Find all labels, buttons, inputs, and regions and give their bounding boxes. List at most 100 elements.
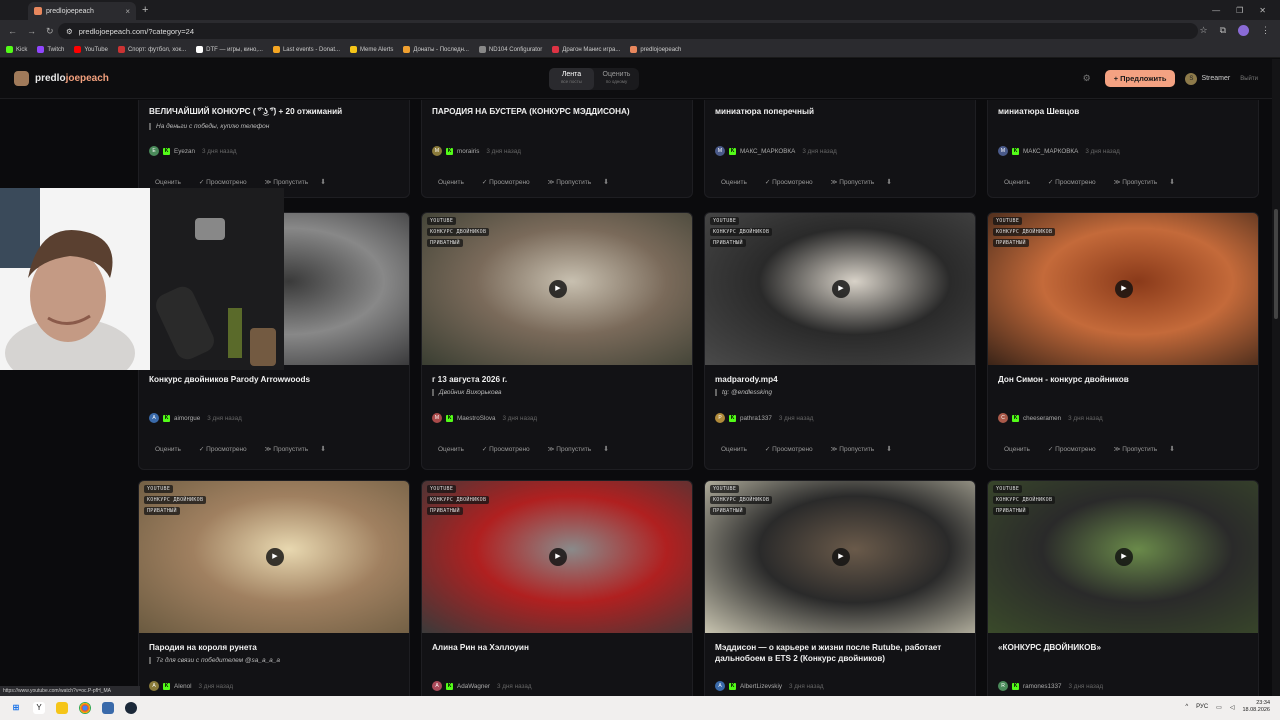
bookmark-item[interactable]: Спорт: футбол, хок... — [117, 46, 186, 53]
author-name[interactable]: ramones1337 — [1023, 683, 1062, 690]
rate-button[interactable]: Оценить — [149, 443, 187, 456]
rate-button[interactable]: Оценить — [998, 443, 1036, 456]
video-thumbnail[interactable]: YOUTUBE КОНКУРС ДВОЙНИКОВ ПРИВАТНЫЙ ▶ — [705, 213, 975, 365]
user-menu[interactable]: S Streamer — [1185, 72, 1230, 85]
tab-rate[interactable]: Оценить по одному — [594, 68, 639, 90]
post-card[interactable]: YOUTUBE КОНКУРС ДВОЙНИКОВ ПРИВАТНЫЙ ▶ Дон Си… — [987, 212, 1259, 470]
clock[interactable]: 23:34 18.08.2026 — [1242, 700, 1270, 714]
post-card[interactable]: миниатюра Шевцов M K МАКС_МАРКОВКА 3 дня наз… — [987, 100, 1259, 198]
post-card[interactable]: YOUTUBE КОНКУРС ДВОЙНИКОВ ПРИВАТНЫЙ ▶ Пароди… — [138, 480, 410, 696]
reload-icon[interactable]: ↻ — [46, 26, 54, 37]
yandex-icon[interactable]: Y — [33, 702, 45, 714]
video-thumbnail[interactable]: YOUTUBE КОНКУРС ДВОЙНИКОВ ПРИВАТНЫЙ ▶ — [705, 481, 975, 633]
viewed-button[interactable]: ✓ Просмотрено — [193, 175, 253, 189]
skip-button[interactable]: ≫ Пропустить — [825, 175, 880, 189]
new-tab-button[interactable]: + — [142, 4, 148, 16]
post-card[interactable]: ВЕЛИЧАЙШИЙ КОНКУРС ( ͡° ͜ʖ ͡°) + 20 отжи… — [138, 100, 410, 198]
post-card[interactable]: YOUTUBE КОНКУРС ДВОЙНИКОВ ПРИВАТНЫЙ ▶ madpar… — [704, 212, 976, 470]
author-name[interactable]: AlbertLizevskiy — [740, 683, 782, 690]
video-thumbnail[interactable]: YOUTUBE КОНКУРС ДВОЙНИКОВ ПРИВАТНЫЙ ▶ — [988, 213, 1258, 365]
author-name[interactable]: Alenol — [174, 683, 192, 690]
post-card[interactable]: YOUTUBE КОНКУРС ДВОЙНИКОВ ПРИВАТНЫЙ ▶ Алина … — [421, 480, 693, 696]
settings-gear-icon[interactable]: ⚙ — [1083, 73, 1091, 84]
video-thumbnail[interactable]: YOUTUBE КОНКУРС ДВОЙНИКОВ ПРИВАТНЫЙ ▶ — [139, 481, 409, 633]
rate-button[interactable]: Оценить — [715, 443, 753, 456]
bookmark-item[interactable]: Meme Alerts — [350, 46, 393, 53]
bookmark-item[interactable]: Kick — [6, 46, 27, 53]
bookmark-item[interactable]: Last events - Donat... — [272, 46, 340, 53]
tab-feed[interactable]: Лента все посты — [549, 68, 594, 90]
browser-tab[interactable]: predlojoepeach × — [28, 2, 136, 20]
address-bar[interactable]: ⚙ predlojoepeach.com/?category=24 — [58, 23, 1198, 39]
skip-button[interactable]: ≫ Пропустить — [1108, 442, 1163, 456]
play-icon[interactable]: ▶ — [832, 548, 850, 566]
play-icon[interactable]: ▶ — [1115, 280, 1133, 298]
play-icon[interactable]: ▶ — [832, 280, 850, 298]
network-icon[interactable]: ▭ — [1216, 704, 1222, 711]
post-card[interactable]: миниатюра поперечный M K МАКС_МАРКОВКА 3 дня… — [704, 100, 976, 198]
rate-button[interactable]: Оценить — [715, 176, 753, 189]
post-card[interactable]: ПАРОДИЯ НА БУСТЕРА (КОНКУРС МЭДДИСОНА) M K… — [421, 100, 693, 198]
download-icon[interactable]: ⬇ — [886, 445, 892, 453]
download-icon[interactable]: ⬇ — [603, 178, 609, 186]
bookmark-item[interactable]: ND104 Configurator — [478, 46, 542, 53]
restore-icon[interactable]: ❐ — [1236, 6, 1243, 15]
scrollbar-thumb[interactable] — [1274, 209, 1278, 319]
viewed-button[interactable]: ✓ Просмотрено — [476, 175, 536, 189]
download-icon[interactable]: ⬇ — [320, 178, 326, 186]
author-name[interactable]: МАКС_МАРКОВКА — [740, 148, 795, 155]
folder-icon[interactable] — [56, 702, 68, 714]
author-name[interactable]: cheeseramen — [1023, 415, 1061, 422]
skip-button[interactable]: ≫ Пропустить — [259, 175, 314, 189]
download-icon[interactable]: ⬇ — [603, 445, 609, 453]
menu-icon[interactable]: ⋮ — [1261, 25, 1270, 36]
author-name[interactable]: Eyezan — [174, 148, 195, 155]
tray-expand-icon[interactable]: ^ — [1185, 704, 1188, 710]
page-scrollbar[interactable] — [1272, 59, 1280, 696]
rate-button[interactable]: Оценить — [149, 176, 187, 189]
download-icon[interactable]: ⬇ — [886, 178, 892, 186]
rate-button[interactable]: Оценить — [998, 176, 1036, 189]
site-logo[interactable]: predlojoepeach — [14, 71, 109, 86]
author-name[interactable]: МАКС_МАРКОВКА — [1023, 148, 1078, 155]
author-name[interactable]: AdaWagner — [457, 683, 490, 690]
skip-button[interactable]: ≫ Пропустить — [1108, 175, 1163, 189]
download-icon[interactable]: ⬇ — [1169, 178, 1175, 186]
author-name[interactable]: morairis — [457, 148, 479, 155]
skip-button[interactable]: ≫ Пропустить — [259, 442, 314, 456]
author-name[interactable]: pathra1337 — [740, 415, 772, 422]
extensions-icon[interactable]: ⧉ — [1220, 25, 1226, 36]
author-name[interactable]: MaestroSlova — [457, 415, 496, 422]
bookmark-item[interactable]: YouTube — [74, 46, 108, 53]
bookmark-item[interactable]: Twitch — [37, 46, 64, 53]
skip-button[interactable]: ≫ Пропустить — [542, 175, 597, 189]
viewed-button[interactable]: ✓ Просмотрено — [759, 442, 819, 456]
bookmark-item[interactable]: Донаты - Последн... — [403, 46, 469, 53]
play-icon[interactable]: ▶ — [266, 548, 284, 566]
volume-icon[interactable]: ◁ — [1230, 704, 1235, 711]
author-name[interactable]: aimorgue — [174, 415, 200, 422]
profile-avatar[interactable] — [1238, 25, 1249, 36]
viewed-button[interactable]: ✓ Просмотрено — [193, 442, 253, 456]
minimize-icon[interactable]: — — [1212, 6, 1220, 15]
rate-button[interactable]: Оценить — [432, 443, 470, 456]
video-thumbnail[interactable]: YOUTUBE КОНКУРС ДВОЙНИКОВ ПРИВАТНЫЙ ▶ — [422, 481, 692, 633]
play-icon[interactable]: ▶ — [1115, 548, 1133, 566]
rate-button[interactable]: Оценить — [432, 176, 470, 189]
download-icon[interactable]: ⬇ — [320, 445, 326, 453]
site-info-icon[interactable]: ⚙ — [66, 27, 73, 36]
video-thumbnail[interactable]: YOUTUBE КОНКУРС ДВОЙНИКОВ ПРИВАТНЫЙ ▶ — [422, 213, 692, 365]
viewed-button[interactable]: ✓ Просмотрено — [1042, 442, 1102, 456]
close-tab-icon[interactable]: × — [125, 7, 130, 16]
suggest-button[interactable]: + Предложить — [1104, 70, 1176, 87]
viewed-button[interactable]: ✓ Просмотрено — [1042, 175, 1102, 189]
bookmark-item[interactable]: DTF — игры, кино,... — [196, 46, 263, 53]
skip-button[interactable]: ≫ Пропустить — [825, 442, 880, 456]
post-card[interactable]: YOUTUBE КОНКУРС ДВОЙНИКОВ ПРИВАТНЫЙ ▶ «КОНКУ… — [987, 480, 1259, 696]
back-icon[interactable]: ← — [8, 26, 17, 36]
viewed-button[interactable]: ✓ Просмотрено — [759, 175, 819, 189]
viewed-button[interactable]: ✓ Просмотрено — [476, 442, 536, 456]
close-window-icon[interactable]: ✕ — [1259, 6, 1266, 15]
language-indicator[interactable]: РУС — [1196, 704, 1208, 710]
skip-button[interactable]: ≫ Пропустить — [542, 442, 597, 456]
